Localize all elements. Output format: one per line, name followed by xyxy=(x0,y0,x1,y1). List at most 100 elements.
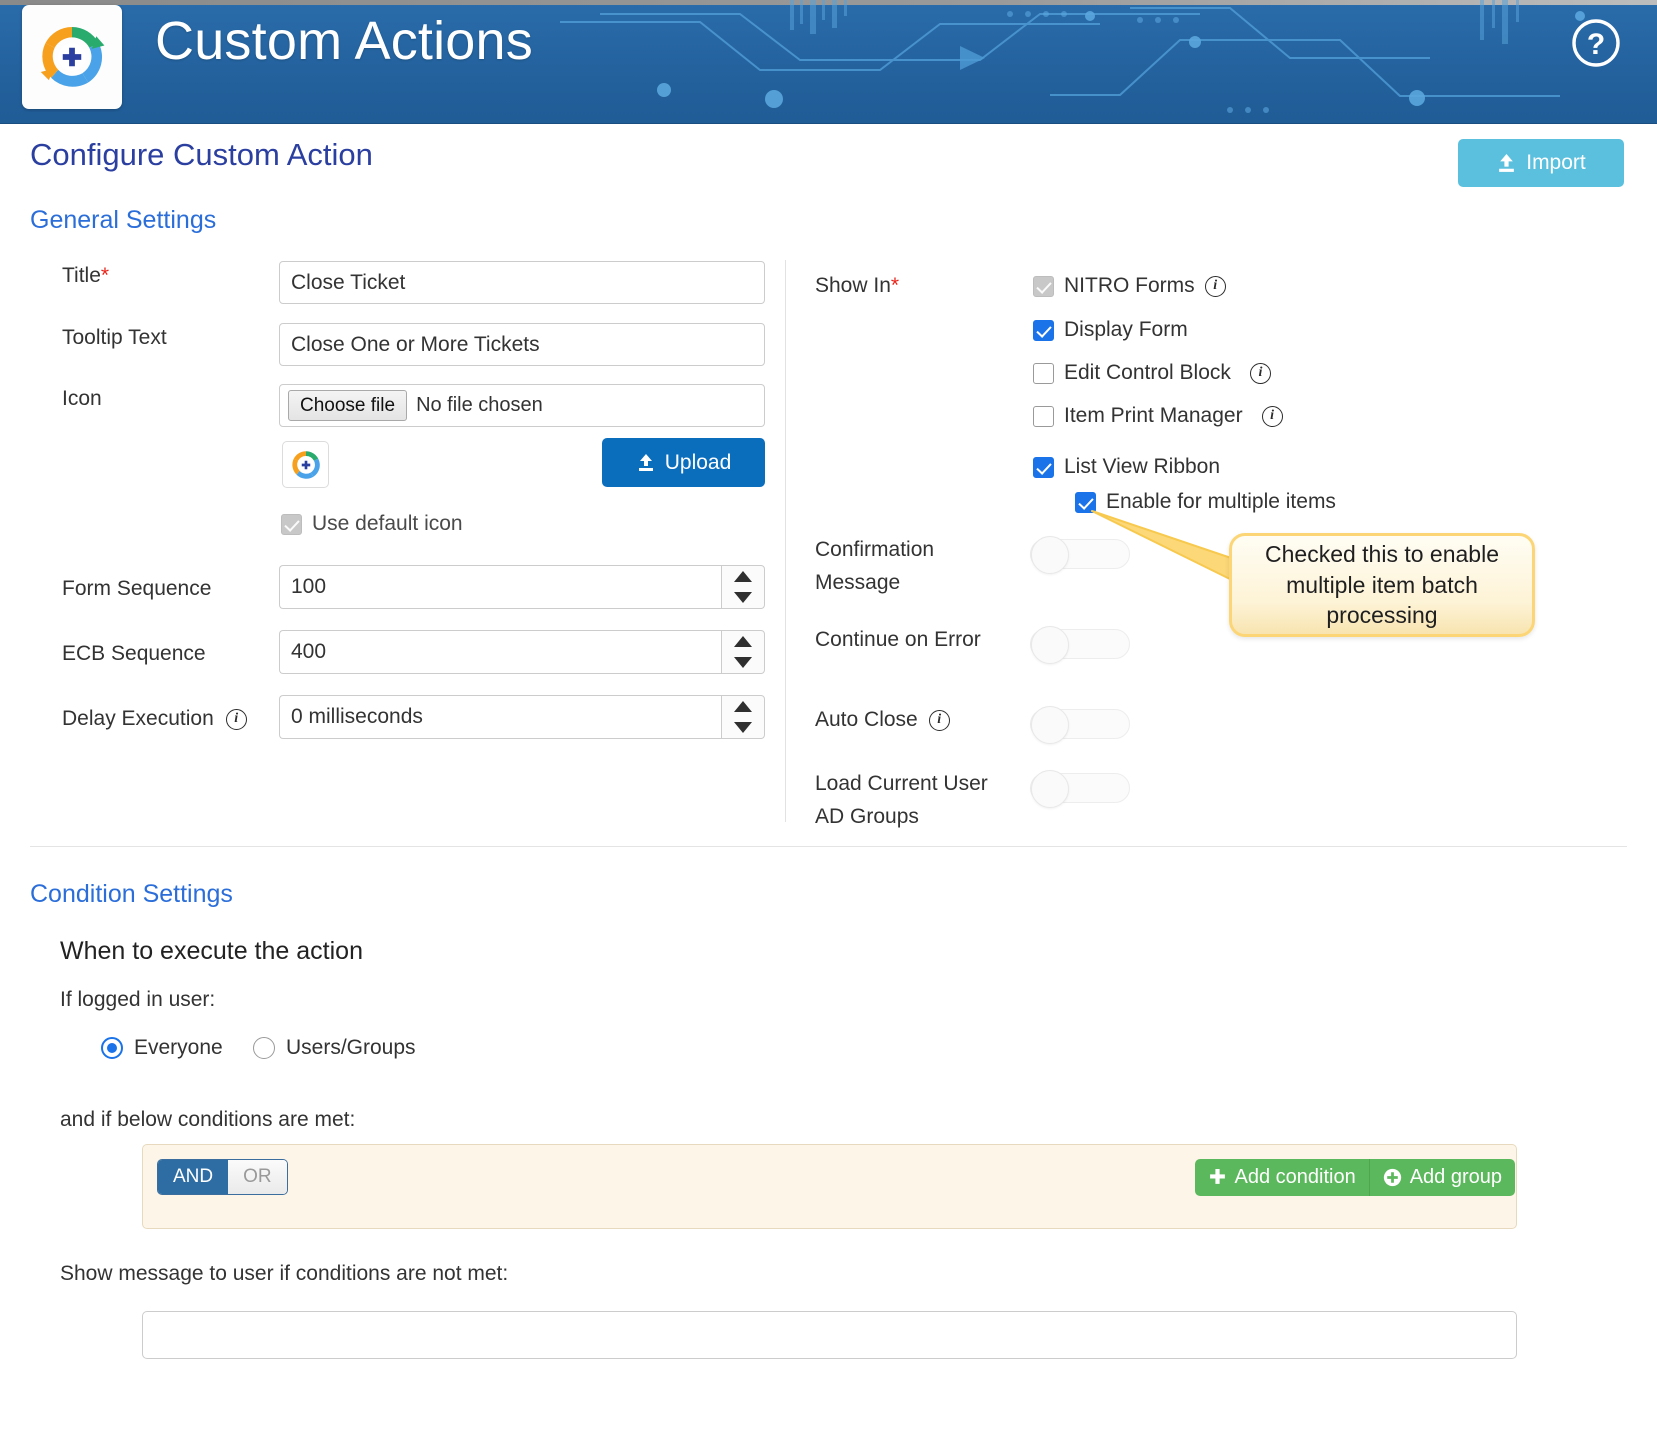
and-segment[interactable]: AND xyxy=(158,1160,229,1194)
if-logged-in-user-label: If logged in user: xyxy=(60,988,216,1011)
show-in-option-edit-control-block[interactable]: Edit Control Block i xyxy=(1033,361,1271,385)
add-group-button[interactable]: Add group xyxy=(1368,1159,1515,1196)
delay-execution-spin-buttons[interactable] xyxy=(721,695,765,739)
icon-file-input[interactable]: Choose file No file chosen xyxy=(279,384,765,427)
load-current-user-ad-groups-label: Load Current User xyxy=(815,772,988,795)
continue-on-error-label: Continue on Error xyxy=(815,628,981,651)
item-print-manager-checkbox[interactable] xyxy=(1033,405,1054,427)
info-circle-icon[interactable]: i xyxy=(928,709,950,731)
page-title: Custom Actions xyxy=(155,11,533,71)
ecb-sequence-stepper[interactable] xyxy=(279,630,765,674)
conditions-met-label: and if below conditions are met: xyxy=(60,1108,356,1131)
display-form-checkbox[interactable] xyxy=(1033,319,1054,341)
info-circle-icon[interactable]: i xyxy=(1261,405,1283,427)
form-sequence-increment[interactable] xyxy=(722,566,764,587)
configure-page-heading: Configure Custom Action xyxy=(30,137,373,172)
annotation-callout-text: Checked this to enable multiple item bat… xyxy=(1265,541,1499,629)
info-circle-icon[interactable]: i xyxy=(225,708,247,730)
continue-on-error-toggle[interactable] xyxy=(1030,626,1130,664)
load-current-user-ad-groups-toggle[interactable] xyxy=(1030,770,1130,808)
nitro-forms-label: NITRO Forms xyxy=(1064,274,1195,297)
add-condition-button[interactable]: Add condition xyxy=(1194,1159,1369,1196)
list-view-ribbon-checkbox[interactable] xyxy=(1033,456,1054,478)
item-print-manager-label: Item Print Manager xyxy=(1064,404,1243,427)
condition-action-buttons: Add condition Add group xyxy=(1194,1159,1515,1196)
delay-execution-label: Delay Execution i xyxy=(62,707,247,731)
chevron-down-icon xyxy=(734,657,752,668)
toggle-knob xyxy=(1031,770,1069,808)
app-logo xyxy=(22,5,122,109)
add-condition-label: Add condition xyxy=(1234,1166,1356,1188)
info-circle-icon[interactable]: i xyxy=(1204,275,1226,297)
not-met-message-input[interactable] xyxy=(142,1311,1517,1359)
chevron-up-icon xyxy=(734,571,752,582)
form-sequence-stepper[interactable] xyxy=(279,565,765,609)
info-circle-icon[interactable]: i xyxy=(1249,362,1271,384)
app-banner: Custom Actions ? xyxy=(0,0,1657,124)
ecb-sequence-label: ECB Sequence xyxy=(62,642,206,665)
form-sequence-decrement[interactable] xyxy=(722,587,764,608)
show-message-label: Show message to user if conditions are n… xyxy=(60,1262,509,1285)
toggle-knob xyxy=(1031,626,1069,664)
ecb-sequence-decrement[interactable] xyxy=(722,652,764,673)
form-sequence-input[interactable] xyxy=(279,565,721,609)
show-in-option-list-view-ribbon[interactable]: List View Ribbon xyxy=(1033,455,1220,479)
help-icon[interactable]: ? xyxy=(1570,17,1622,69)
toggle-knob xyxy=(1031,536,1069,574)
auto-close-label: Auto Close i xyxy=(815,708,950,732)
required-asterisk: * xyxy=(100,264,110,287)
everyone-label: Everyone xyxy=(134,1036,223,1059)
nitro-refresh-plus-logo-icon xyxy=(291,450,320,479)
upload-icon xyxy=(638,453,653,471)
auto-close-toggle[interactable] xyxy=(1030,706,1130,744)
when-to-execute-subheading: When to execute the action xyxy=(60,937,363,965)
icon-label: Icon xyxy=(62,387,102,410)
title-input[interactable] xyxy=(279,261,765,304)
chevron-down-icon xyxy=(734,592,752,603)
chevron-down-icon xyxy=(734,722,752,733)
annotation-callout: Checked this to enable multiple item bat… xyxy=(1229,533,1535,637)
title-label: Title* xyxy=(62,264,110,287)
add-group-label: Add group xyxy=(1409,1166,1502,1188)
upload-label: Upload xyxy=(664,450,732,474)
show-in-option-display-form[interactable]: Display Form xyxy=(1033,318,1188,342)
import-button[interactable]: Import xyxy=(1458,139,1624,187)
edit-control-block-checkbox[interactable] xyxy=(1033,362,1054,384)
delay-execution-decrement[interactable] xyxy=(722,717,764,738)
use-default-icon-row[interactable]: Use default icon xyxy=(281,512,463,536)
show-in-option-item-print-manager[interactable]: Item Print Manager i xyxy=(1033,404,1283,428)
delay-execution-increment[interactable] xyxy=(722,696,764,717)
use-default-icon-label: Use default icon xyxy=(312,512,463,535)
delay-execution-stepper[interactable] xyxy=(279,695,765,739)
ecb-sequence-increment[interactable] xyxy=(722,631,764,652)
radio-option-everyone[interactable]: Everyone xyxy=(101,1036,223,1060)
enable-for-multiple-items-checkbox[interactable] xyxy=(1075,491,1096,513)
and-or-toggle[interactable]: AND OR xyxy=(157,1159,288,1195)
load-current-user-ad-groups-label-line2: AD Groups xyxy=(815,805,919,828)
confirmation-message-toggle[interactable] xyxy=(1030,536,1130,574)
confirmation-message-label: Confirmation xyxy=(815,538,935,561)
everyone-radio[interactable] xyxy=(101,1037,123,1059)
nitro-refresh-plus-logo-icon xyxy=(40,26,105,87)
svg-text:?: ? xyxy=(1587,28,1605,61)
form-sequence-spin-buttons[interactable] xyxy=(721,565,765,609)
enable-for-multiple-items-row[interactable]: Enable for multiple items xyxy=(1075,490,1336,514)
users-groups-radio[interactable] xyxy=(253,1037,275,1059)
section-divider xyxy=(30,846,1627,847)
list-view-ribbon-label: List View Ribbon xyxy=(1064,455,1221,478)
toggle-knob xyxy=(1031,706,1069,744)
nitro-forms-checkbox xyxy=(1033,275,1054,297)
ecb-sequence-input[interactable] xyxy=(279,630,721,674)
choose-file-button[interactable]: Choose file xyxy=(288,390,408,421)
upload-button[interactable]: Upload xyxy=(602,438,765,487)
form-sequence-label: Form Sequence xyxy=(62,577,212,600)
delay-execution-input[interactable] xyxy=(279,695,721,739)
tooltip-text-input[interactable] xyxy=(279,323,765,366)
or-segment[interactable]: OR xyxy=(228,1160,287,1194)
show-in-option-nitro-forms[interactable]: NITRO Forms i xyxy=(1033,274,1226,298)
condition-builder: AND OR Add condition Add group xyxy=(142,1144,1517,1229)
radio-option-users-groups[interactable]: Users/Groups xyxy=(253,1036,416,1060)
ecb-sequence-spin-buttons[interactable] xyxy=(721,630,765,674)
import-label: Import xyxy=(1526,151,1586,174)
chevron-up-icon xyxy=(734,701,752,712)
